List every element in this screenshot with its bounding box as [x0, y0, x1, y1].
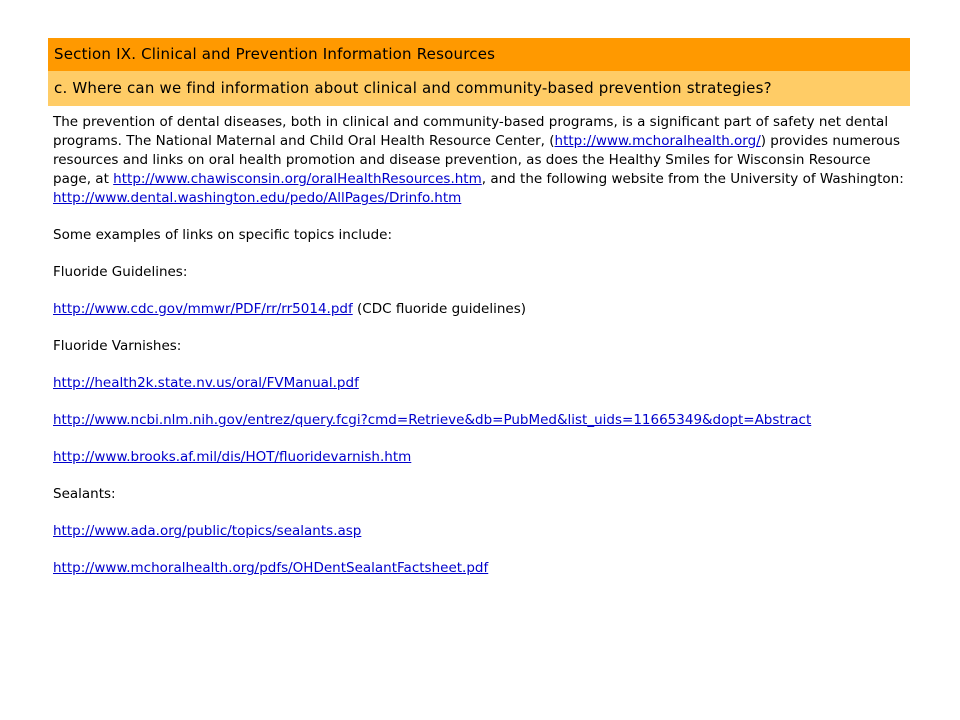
sealants-item-1: http://www.ada.org/public/topics/sealant… — [53, 522, 911, 541]
varnish-item-2: http://www.ncbi.nlm.nih.gov/entrez/query… — [53, 411, 911, 430]
brooks-varnish-link[interactable]: http://www.brooks.af.mil/dis/HOT/fluorid… — [53, 449, 411, 465]
sealants-item-2: http://www.mchoralhealth.org/pdfs/OHDent… — [53, 559, 911, 578]
mchoralhealth-sealant-link[interactable]: http://www.mchoralhealth.org/pdfs/OHDent… — [53, 560, 488, 576]
pubmed-varnish-link[interactable]: http://www.ncbi.nlm.nih.gov/entrez/query… — [53, 412, 811, 428]
chawisconsin-link[interactable]: http://www.chawisconsin.org/oralHealthRe… — [113, 171, 482, 187]
content-body: The prevention of dental diseases, both … — [53, 113, 911, 596]
examples-intro: Some examples of links on specific topic… — [53, 227, 392, 243]
fluoride-varnishes-heading: Fluoride Varnishes: — [53, 338, 182, 354]
question-bar: c. Where can we find information about c… — [48, 71, 910, 106]
intro-paragraph: The prevention of dental diseases, both … — [53, 113, 911, 208]
section-title: Section IX. Clinical and Prevention Info… — [54, 45, 496, 63]
uw-dental-link[interactable]: http://www.dental.washington.edu/pedo/Al… — [53, 190, 461, 206]
question-text: c. Where can we find information about c… — [54, 79, 772, 97]
cdc-fluoride-link[interactable]: http://www.cdc.gov/mmwr/PDF/rr/rr5014.pd… — [53, 301, 353, 317]
varnish-item-3: http://www.brooks.af.mil/dis/HOT/fluorid… — [53, 448, 911, 467]
fluoride-guidelines-heading: Fluoride Guidelines: — [53, 264, 188, 280]
ada-sealants-link[interactable]: http://www.ada.org/public/topics/sealant… — [53, 523, 361, 539]
varnish-item-1: http://health2k.state.nv.us/oral/FVManua… — [53, 374, 911, 393]
nv-varnish-manual-link[interactable]: http://health2k.state.nv.us/oral/FVManua… — [53, 375, 359, 391]
section-title-bar: Section IX. Clinical and Prevention Info… — [48, 38, 910, 71]
intro-text-3: , and the following website from the Uni… — [481, 171, 904, 187]
mchoralhealth-link[interactable]: http://www.mchoralhealth.org/ — [555, 133, 761, 149]
sealants-heading: Sealants: — [53, 486, 116, 502]
fluoride-guidelines-item: http://www.cdc.gov/mmwr/PDF/rr/rr5014.pd… — [53, 300, 911, 319]
cdc-fluoride-note: (CDC fluoride guidelines) — [352, 301, 527, 317]
